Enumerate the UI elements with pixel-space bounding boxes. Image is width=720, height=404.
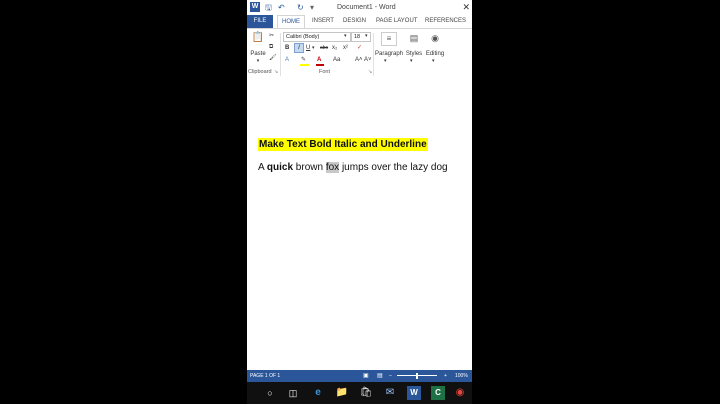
group-divider xyxy=(280,33,281,76)
sentence-suffix: jumps over the lazy dog xyxy=(339,162,448,173)
title-bar: W 🖫 ↶ ↻ ▾ Document1 - Word ✕ xyxy=(247,0,472,15)
strikethrough-button[interactable]: abc xyxy=(320,44,328,52)
font-launcher-icon[interactable]: ↘ xyxy=(368,68,372,76)
copy-icon[interactable]: ⧉ xyxy=(269,43,273,51)
clipboard-group-label: Clipboard xyxy=(248,69,272,75)
chrome-icon[interactable]: ◉ xyxy=(453,386,467,400)
subscript-button[interactable]: x₂ xyxy=(332,44,337,52)
sentence-prefix: A xyxy=(258,162,267,173)
styles-icon[interactable]: ▤ xyxy=(407,32,421,44)
editing-dropdown-icon[interactable]: ▾ xyxy=(432,57,435,65)
font-color-button[interactable]: A xyxy=(317,56,321,64)
tab-home[interactable]: HOME xyxy=(277,15,305,28)
styles-dropdown-icon[interactable]: ▾ xyxy=(410,57,413,65)
word-logo-icon: W xyxy=(250,2,260,12)
word-window: W 🖫 ↶ ↻ ▾ Document1 - Word ✕ FILE HOME I… xyxy=(247,0,472,404)
read-mode-icon[interactable]: ▣ xyxy=(363,370,369,382)
cortana-icon[interactable]: ○ xyxy=(263,386,277,400)
edge-browser-icon[interactable]: e xyxy=(311,386,325,400)
superscript-button[interactable]: x² xyxy=(343,44,348,52)
save-icon[interactable]: 🖫 xyxy=(265,3,272,12)
print-layout-icon[interactable]: ▤ xyxy=(377,370,383,382)
zoom-level[interactable]: 100% xyxy=(455,370,468,382)
text-effects-button[interactable]: A xyxy=(285,56,289,64)
page-count-status[interactable]: PAGE 1 OF 1 xyxy=(250,370,280,382)
tab-page-layout[interactable]: PAGE LAYOUT xyxy=(376,15,417,28)
tab-references[interactable]: REFERENCES xyxy=(425,15,466,28)
highlight-color-swatch xyxy=(300,64,309,66)
zoom-slider-thumb[interactable] xyxy=(416,373,418,379)
clear-formatting-icon[interactable]: ✓ xyxy=(357,44,362,52)
font-size-dropdown-icon[interactable]: ▾ xyxy=(365,32,368,40)
window-title: Document1 - Word xyxy=(337,4,396,11)
customize-quick-access-icon[interactable]: ▾ xyxy=(310,3,314,12)
font-size-select[interactable]: 18 xyxy=(351,32,371,42)
shrink-font-button[interactable]: A˅ xyxy=(364,56,372,64)
zoom-in-icon[interactable]: + xyxy=(444,370,447,382)
camtasia-icon[interactable]: C xyxy=(431,386,445,400)
paste-icon[interactable]: 📋 xyxy=(251,32,265,44)
close-icon[interactable]: ✕ xyxy=(462,2,470,12)
styles-button-label[interactable]: Styles xyxy=(404,50,424,58)
ribbon-tabs: FILE HOME INSERT DESIGN PAGE LAYOUT REFE… xyxy=(247,15,472,28)
format-painter-icon[interactable]: 🖌 xyxy=(269,54,277,62)
font-name-select[interactable]: Calibri (Body) xyxy=(283,32,351,42)
file-explorer-icon[interactable]: 📁 xyxy=(335,386,349,400)
selected-word: fox xyxy=(325,162,340,173)
italic-button[interactable]: I xyxy=(294,43,304,53)
tab-design[interactable]: DESIGN xyxy=(343,15,366,28)
paragraph-icon[interactable]: ≡ xyxy=(381,32,397,46)
paste-dropdown-icon[interactable]: ▾ xyxy=(249,57,267,65)
task-view-icon[interactable]: ◫ xyxy=(286,386,300,400)
zoom-out-icon[interactable]: – xyxy=(389,370,392,382)
bold-button[interactable]: B xyxy=(285,44,289,52)
editing-button-label[interactable]: Editing xyxy=(424,50,446,58)
underline-dropdown-icon[interactable]: ▾ xyxy=(312,44,315,52)
tab-file[interactable]: FILE xyxy=(247,15,273,28)
paragraph-dropdown-icon[interactable]: ▾ xyxy=(384,57,387,65)
windows-taskbar: ○ ◫ e 📁 🛍 ✉ W C ◉ xyxy=(247,382,472,404)
font-color-swatch xyxy=(316,64,324,66)
status-bar: PAGE 1 OF 1 ▣ ▤ – + 100% xyxy=(247,370,472,382)
undo-icon[interactable]: ↶ xyxy=(278,3,285,12)
binoculars-icon[interactable]: ◉ xyxy=(428,32,442,44)
mail-icon[interactable]: ✉ xyxy=(383,386,397,400)
clipboard-launcher-icon[interactable]: ↘ xyxy=(274,68,278,76)
tab-insert[interactable]: INSERT xyxy=(312,15,334,28)
sentence-middle: brown xyxy=(293,162,326,173)
cut-icon[interactable]: ✂ xyxy=(269,32,274,40)
font-group-label: Font xyxy=(319,69,331,75)
change-case-button[interactable]: Aa xyxy=(333,56,340,64)
ribbon: 📋 Paste ▾ ✂ ⧉ 🖌 Clipboard ↘ Calibri (Bod… xyxy=(247,28,472,89)
document-heading[interactable]: Make Text Bold Italic and Underline xyxy=(258,138,428,151)
font-name-dropdown-icon[interactable]: ▾ xyxy=(344,32,347,40)
highlight-color-icon[interactable]: ✎ xyxy=(301,56,306,64)
underline-button[interactable]: U xyxy=(306,44,310,52)
document-sentence[interactable]: A quick brown fox jumps over the lazy do… xyxy=(258,161,448,174)
sentence-bold-word: quick xyxy=(266,162,294,173)
redo-icon[interactable]: ↻ xyxy=(297,3,304,12)
paragraph-button-label[interactable]: Paragraph xyxy=(374,50,404,58)
grow-font-button[interactable]: A˄ xyxy=(355,56,363,64)
store-icon[interactable]: 🛍 xyxy=(359,386,373,400)
word-taskbar-icon[interactable]: W xyxy=(407,386,421,400)
document-page[interactable]: Make Text Bold Italic and Underline A qu… xyxy=(247,79,472,369)
